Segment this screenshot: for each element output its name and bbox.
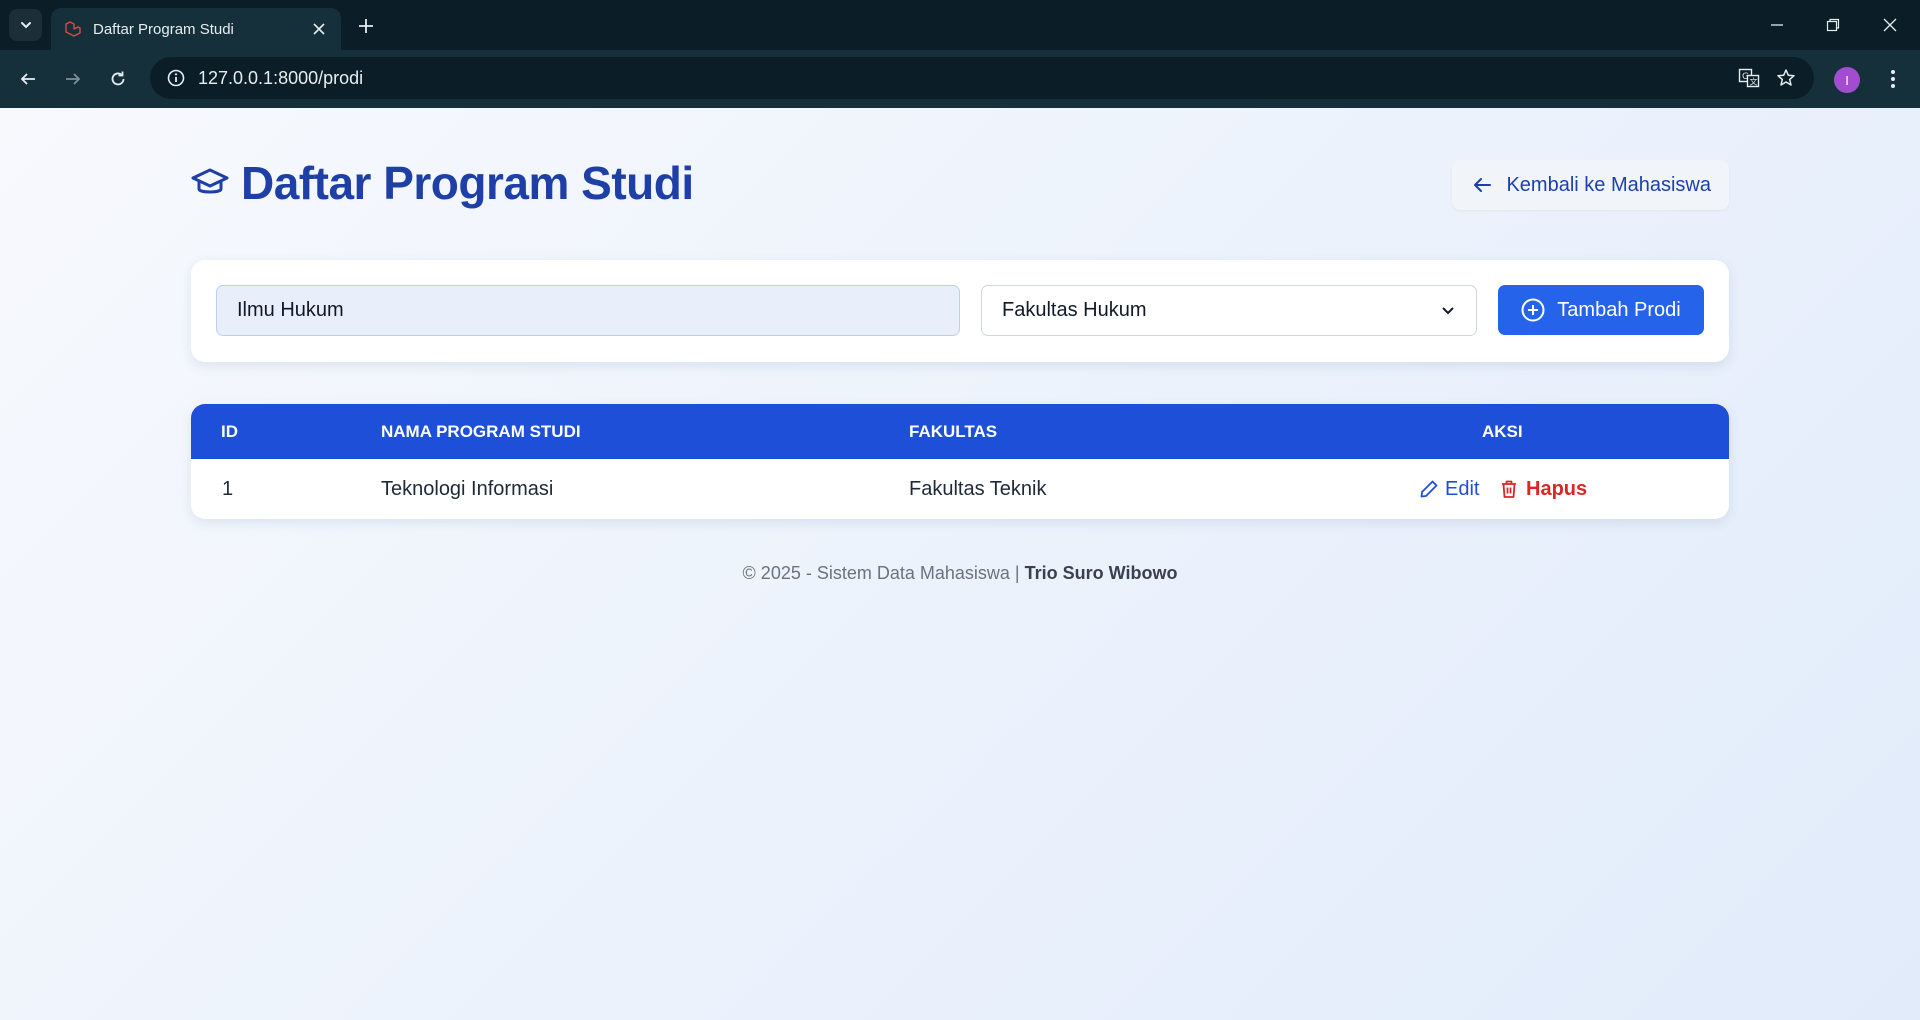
- cell-nama: Teknologi Informasi: [381, 477, 554, 500]
- browser-toolbar: 127.0.0.1:8000/prodi G文 I: [0, 50, 1920, 108]
- minimize-button[interactable]: [1757, 10, 1797, 40]
- cell-fakultas: Fakultas Teknik: [909, 477, 1047, 500]
- profile-avatar[interactable]: I: [1834, 67, 1860, 93]
- forward-nav-button[interactable]: [57, 63, 89, 95]
- tab-title: Daftar Program Studi: [93, 20, 234, 38]
- column-header-fakultas: FAKULTAS: [909, 421, 998, 441]
- svg-text:文: 文: [1750, 77, 1758, 87]
- translate-icon[interactable]: G文: [1731, 57, 1767, 99]
- site-info-icon[interactable]: [164, 66, 188, 90]
- search-input[interactable]: [216, 285, 960, 336]
- add-prodi-label: Tambah Prodi: [1557, 298, 1681, 321]
- column-header-aksi: AKSI: [1482, 421, 1523, 441]
- prodi-table: ID NAMA PROGRAM STUDI FAKULTAS AKSI 1 Te…: [191, 404, 1729, 519]
- footer-text: © 2025 - Sistem Data Mahasiswa |: [742, 563, 1020, 583]
- delete-label: Hapus: [1526, 477, 1588, 500]
- address-bar[interactable]: 127.0.0.1:8000/prodi G文: [150, 57, 1814, 99]
- page-title: Daftar Program Studi: [191, 156, 694, 210]
- page-header: Daftar Program Studi Kembali ke Mahasisw…: [191, 156, 1729, 212]
- table-row: 1 Teknologi Informasi Fakultas Teknik Ed…: [191, 459, 1729, 519]
- add-prodi-button[interactable]: Tambah Prodi: [1498, 285, 1704, 335]
- minimize-icon: [1771, 24, 1783, 26]
- pencil-icon: [1419, 479, 1439, 499]
- back-button-label: Kembali ke Mahasiswa: [1506, 173, 1711, 196]
- column-header-id: ID: [221, 421, 238, 441]
- page-title-text: Daftar Program Studi: [241, 157, 694, 209]
- column-header-nama: NAMA PROGRAM STUDI: [381, 421, 581, 441]
- restore-button[interactable]: [1813, 10, 1853, 40]
- back-to-mahasiswa-button[interactable]: Kembali ke Mahasiswa: [1452, 160, 1729, 210]
- restore-icon: [1826, 18, 1840, 32]
- delete-button[interactable]: Hapus: [1500, 459, 1587, 519]
- trash-icon: [1500, 479, 1520, 499]
- back-nav-button[interactable]: [12, 63, 44, 95]
- cell-id: 1: [222, 477, 234, 500]
- browser-tab-active[interactable]: Daftar Program Studi: [51, 8, 341, 50]
- chevron-down-icon: [1440, 303, 1456, 319]
- close-icon: [1883, 18, 1897, 32]
- reload-button[interactable]: [102, 63, 134, 95]
- close-icon[interactable]: [309, 19, 329, 39]
- filter-card: Fakultas Hukum Tambah Prodi: [191, 260, 1729, 362]
- arrow-right-icon: [66, 73, 81, 85]
- fakultas-select[interactable]: Fakultas Hukum: [981, 285, 1477, 336]
- window-close-button[interactable]: [1870, 10, 1910, 40]
- page-viewport: Daftar Program Studi Kembali ke Mahasisw…: [0, 108, 1920, 1020]
- plus-circle-icon: [1521, 297, 1547, 323]
- table-header: ID NAMA PROGRAM STUDI FAKULTAS AKSI: [191, 404, 1729, 459]
- tab-search-button[interactable]: [9, 9, 42, 41]
- more-vertical-icon: [1891, 70, 1895, 88]
- new-tab-button[interactable]: [352, 12, 380, 40]
- chevron-down-icon: [20, 22, 31, 29]
- arrow-left-icon: [1472, 174, 1494, 196]
- footer-author: Trio Suro Wibowo: [1024, 563, 1178, 583]
- url-text: 127.0.0.1:8000/prodi: [198, 67, 364, 88]
- arrow-left-icon: [20, 73, 35, 85]
- plus-icon: [359, 19, 373, 33]
- browser-menu-button[interactable]: [1878, 63, 1908, 95]
- footer: © 2025 - Sistem Data Mahasiswa | Trio Su…: [0, 563, 1920, 584]
- edit-label: Edit: [1445, 477, 1480, 500]
- browser-tabstrip: Daftar Program Studi: [0, 0, 1920, 50]
- laravel-icon: [63, 19, 83, 39]
- reload-icon: [111, 71, 125, 86]
- bookmark-star-icon[interactable]: [1768, 57, 1804, 99]
- fakultas-select-value: Fakultas Hukum: [1002, 299, 1147, 321]
- edit-button[interactable]: Edit: [1419, 459, 1479, 519]
- graduation-cap-icon: [191, 163, 231, 203]
